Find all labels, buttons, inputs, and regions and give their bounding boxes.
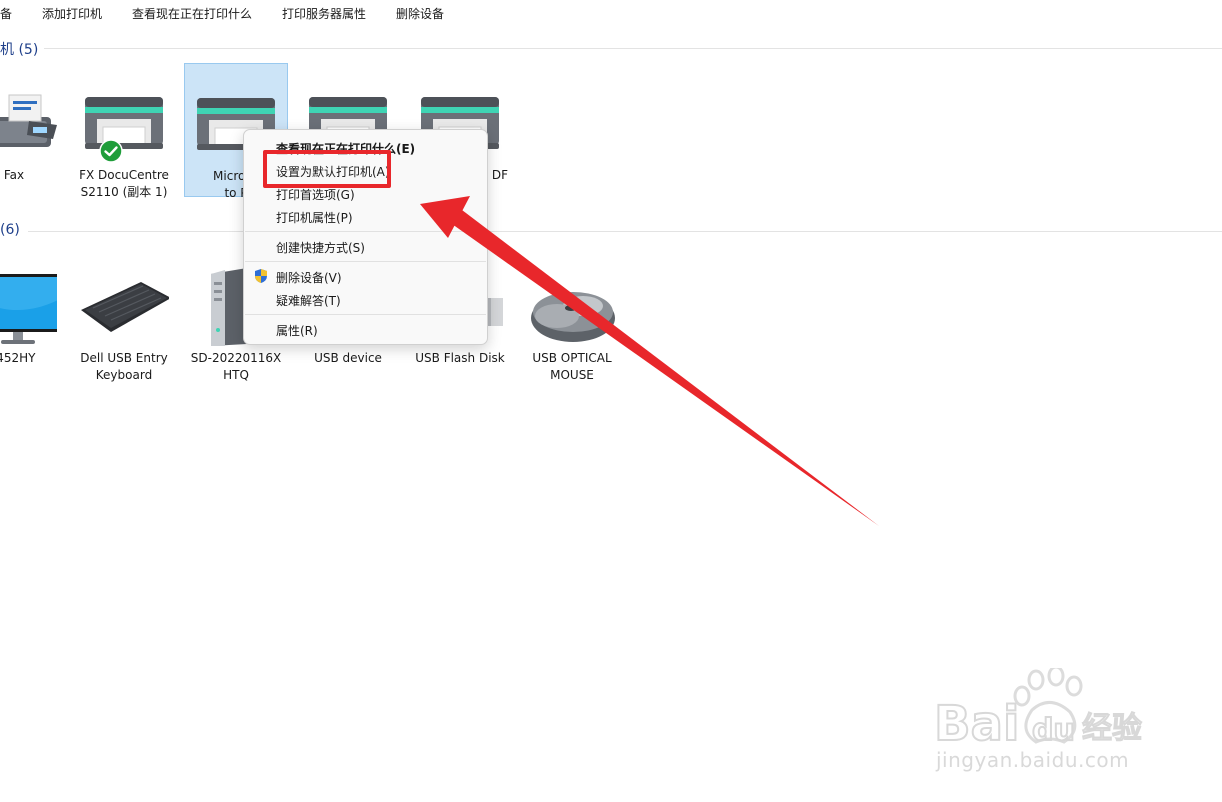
svg-text:Bai: Bai xyxy=(934,696,1019,752)
watermark-url: jingyan.baidu.com xyxy=(936,748,1130,772)
svg-text:du: du xyxy=(1032,713,1075,748)
svg-text:经验: 经验 xyxy=(1082,711,1142,746)
